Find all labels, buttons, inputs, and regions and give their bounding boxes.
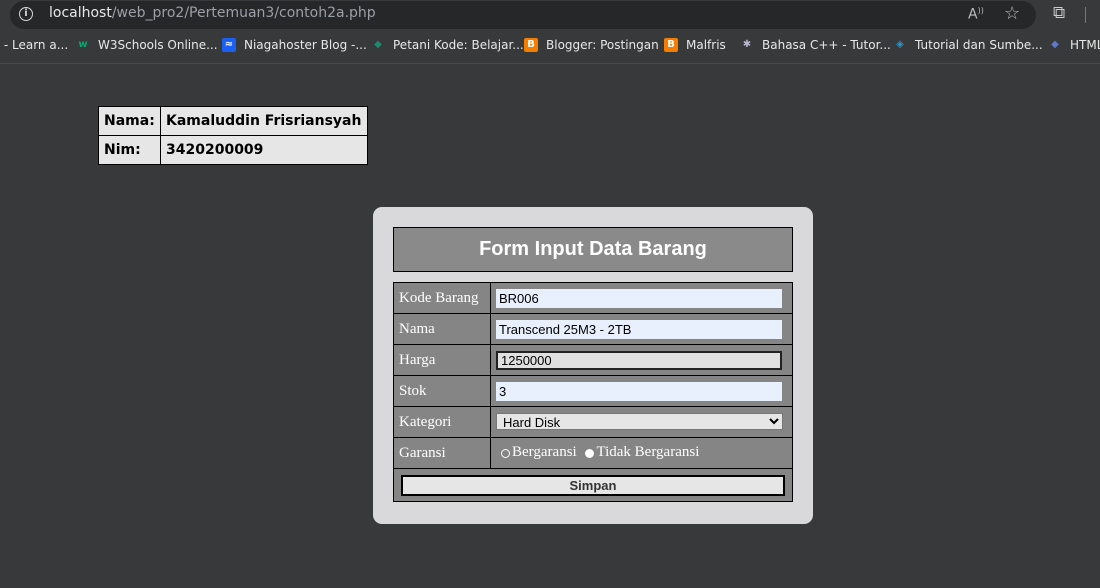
bookmark-label: Malfris [686, 38, 726, 52]
identity-table: Nama: Kamaluddin Frisriansyah Nim: 34202… [98, 106, 368, 165]
url-path: /web_pro2/Pertemuan3/contoh2a.php [111, 5, 376, 21]
petanikode-icon: ◆ [374, 39, 382, 50]
tutorial-icon: ◈ [896, 39, 904, 50]
bookmark-label: | - Learn a... [0, 38, 69, 52]
radio-tidak-bergaransi[interactable] [585, 448, 595, 458]
stok-label: Stok [393, 375, 491, 407]
radio-bergaransi-label: Bergaransi [512, 444, 577, 461]
form-row-submit: Simpan [393, 468, 793, 502]
bookmark-item[interactable]: ◆ Petani Kode: Belajar... [371, 38, 524, 52]
harga-cell [490, 344, 793, 376]
form-row-harga: Harga [393, 344, 793, 376]
nim-value: 3420200009 [160, 135, 368, 165]
kode-label: Kode Barang [393, 282, 491, 314]
kode-cell [490, 282, 793, 314]
garansi-label: Garansi [393, 437, 491, 469]
stok-input[interactable] [496, 381, 782, 401]
bookmark-label: W3Schools Online... [98, 38, 218, 52]
extensions-icon[interactable]: ⧉ [1053, 3, 1065, 23]
harga-label: Harga [393, 344, 491, 376]
html-icon: ◆ [1051, 39, 1059, 50]
nama-label: Nama [393, 313, 491, 345]
form-card: Form Input Data Barang Kode Barang Nama … [373, 207, 813, 524]
bookmark-item[interactable]: ◈ Tutorial dan Sumbe... [893, 38, 1043, 52]
bookmark-label: Bahasa C++ - Tutor... [762, 38, 891, 52]
form-row-garansi: Garansi Bergaransi Tidak Bergaransi [393, 437, 793, 469]
bookmark-label: Niagahoster Blog -... [244, 38, 367, 52]
bookmark-item[interactable]: ◆ HTML [1048, 38, 1100, 52]
kode-input[interactable] [496, 288, 782, 308]
bookmark-item[interactable]: B Malfris [664, 38, 726, 52]
form-row-stok: Stok [393, 375, 793, 407]
bookmark-item[interactable]: ✱ Bahasa C++ - Tutor... [740, 38, 891, 52]
form-row-nama: Nama [393, 313, 793, 345]
bookmark-label: Tutorial dan Sumbe... [915, 38, 1043, 52]
harga-input[interactable] [496, 350, 782, 370]
blogger-icon: B [524, 38, 538, 52]
kategori-select[interactable]: Hard Disk [496, 412, 783, 430]
nama-cell [490, 313, 793, 345]
blogger-icon: B [664, 38, 678, 52]
bookmarks-bar: | - Learn a... w W3Schools Online... ≈ Nia… [0, 31, 1100, 64]
radio-tidak-bergaransi-label: Tidak Bergaransi [596, 444, 700, 461]
bookmark-item[interactable]: B Blogger: Postingan [524, 38, 659, 52]
identity-row-nim: Nim: 3420200009 [98, 135, 368, 165]
bookmark-item[interactable]: w W3Schools Online... [76, 38, 218, 52]
url-text[interactable]: localhost/web_pro2/Pertemuan3/contoh2a.p… [49, 5, 376, 21]
bookmark-label: Blogger: Postingan [546, 38, 659, 52]
cpp-icon: ✱ [742, 39, 752, 50]
stok-cell [490, 375, 793, 407]
bookmark-label: Petani Kode: Belajar... [393, 38, 524, 52]
identity-row-name: Nama: Kamaluddin Frisriansyah [98, 106, 368, 136]
kategori-label: Kategori [393, 406, 491, 438]
add-favorite-icon[interactable]: ☆ [1004, 3, 1020, 24]
kategori-cell: Hard Disk [490, 406, 793, 438]
form-title: Form Input Data Barang [393, 227, 793, 272]
form-table: Kode Barang Nama Harga Stok Kategori Har… [393, 282, 793, 502]
garansi-cell: Bergaransi Tidak Bergaransi [490, 437, 793, 469]
form-row-kode: Kode Barang [393, 282, 793, 314]
bookmark-item[interactable]: ≈ Niagahoster Blog -... [222, 38, 367, 52]
radio-bergaransi[interactable] [501, 448, 510, 458]
name-value: Kamaluddin Frisriansyah [160, 106, 368, 136]
simpan-button[interactable]: Simpan [401, 474, 785, 496]
toolbar-divider [1085, 7, 1086, 23]
nim-label: Nim: [98, 135, 161, 165]
nama-input[interactable] [496, 319, 782, 339]
browser-toolbar: i localhost/web_pro2/Pertemuan3/contoh2a… [0, 0, 1100, 31]
bookmark-item[interactable]: | - Learn a... [0, 38, 68, 52]
read-aloud-icon[interactable]: A)) [968, 6, 984, 23]
submit-cell: Simpan [393, 468, 793, 502]
url-host: localhost [49, 5, 112, 21]
niagahoster-icon: ≈ [222, 38, 236, 52]
bookmark-label: HTML [1070, 38, 1100, 52]
w3schools-icon: w [78, 39, 88, 50]
name-label: Nama: [98, 106, 161, 136]
form-row-kategori: Kategori Hard Disk [393, 406, 793, 438]
info-icon[interactable]: i [19, 7, 33, 21]
